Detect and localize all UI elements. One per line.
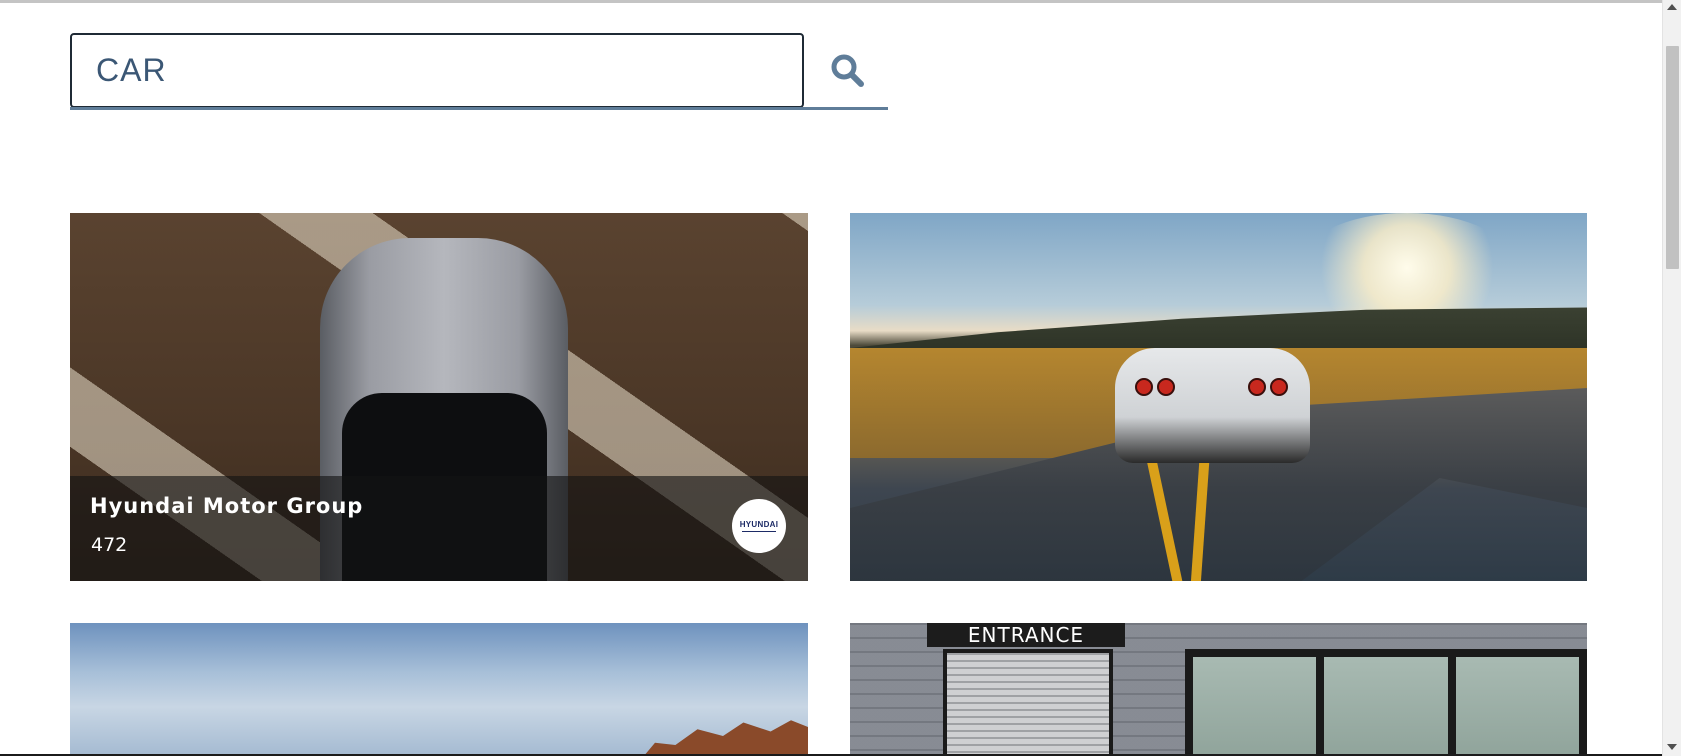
- scroll-up-arrow-icon[interactable]: [1667, 4, 1677, 10]
- scrollbar-thumb[interactable]: [1666, 46, 1679, 269]
- brand-card[interactable]: Hyundai Motor Group 472 HYUNDAI: [70, 213, 808, 581]
- entrance-sign: ENTRANCE: [927, 623, 1125, 647]
- roller-shutter: [943, 649, 1113, 756]
- tail-light: [1248, 378, 1266, 396]
- card-overlay: Hyundai Motor Group 472 HYUNDAI: [70, 476, 808, 581]
- brand-logo[interactable]: HYUNDAI: [732, 499, 786, 553]
- search-input[interactable]: [70, 33, 804, 108]
- tail-light: [1157, 378, 1175, 396]
- page-content: Hyundai Motor Group 472 HYUNDAI: [0, 3, 1662, 756]
- hills: [850, 307, 1587, 348]
- photo-card[interactable]: ENTRANCE: [850, 623, 1587, 756]
- window-pane: [1324, 657, 1448, 756]
- storefront-window: [1185, 649, 1587, 756]
- red-rocks: [638, 720, 808, 756]
- tail-light: [1135, 378, 1153, 396]
- photo-card[interactable]: [70, 623, 808, 756]
- vertical-scrollbar[interactable]: [1662, 0, 1681, 756]
- building-entrance-photo: ENTRANCE: [850, 623, 1587, 756]
- brand-logo-text: HYUNDAI: [739, 520, 779, 529]
- window-pane: [1455, 657, 1579, 756]
- search-button[interactable]: [810, 41, 886, 101]
- brand-logo-rule: [742, 531, 776, 532]
- sports-car: [1115, 348, 1310, 463]
- card-count: 472: [91, 534, 128, 556]
- sky-and-rocks-photo: [70, 623, 808, 756]
- card-title: Hyundai Motor Group: [90, 494, 364, 518]
- sports-car-on-road-photo: [850, 213, 1587, 581]
- tail-light: [1270, 378, 1288, 396]
- sun-glow: [1297, 213, 1517, 323]
- scroll-down-arrow-icon[interactable]: [1667, 744, 1677, 750]
- photo-card[interactable]: [850, 213, 1587, 581]
- search-icon: [831, 54, 864, 87]
- search-bar: [70, 33, 888, 111]
- window-pane: [1193, 657, 1317, 756]
- search-underline: [70, 107, 888, 110]
